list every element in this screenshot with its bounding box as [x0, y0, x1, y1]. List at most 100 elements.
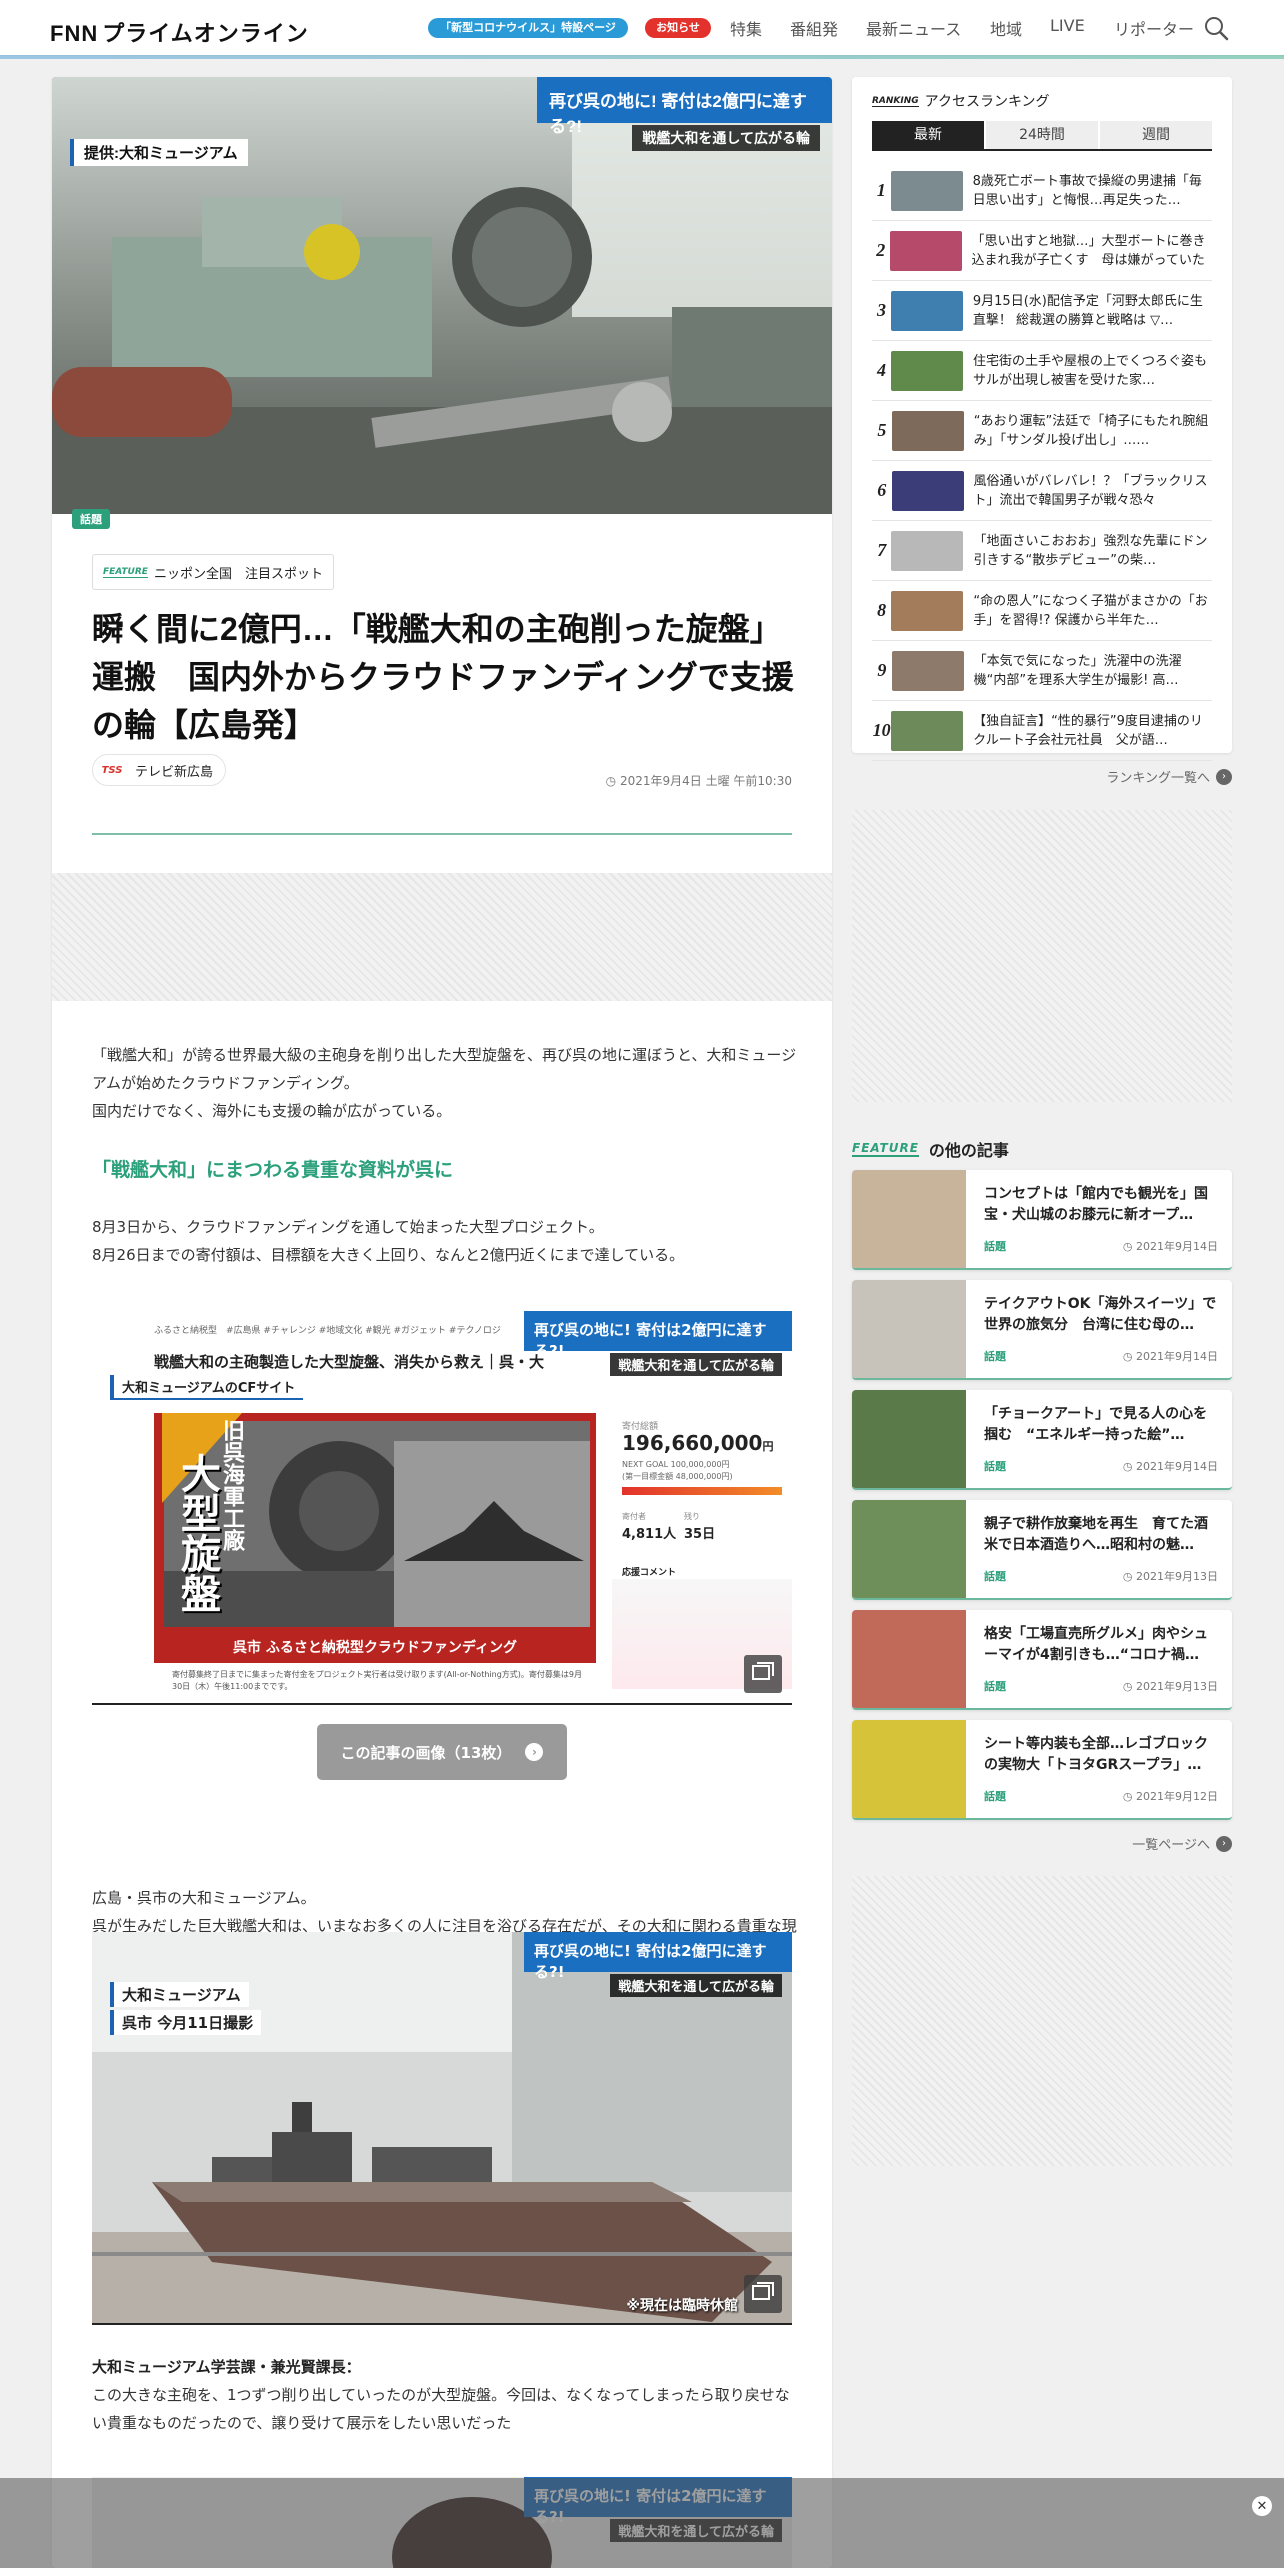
source-badge[interactable]: TSS テレビ新広島 — [92, 754, 227, 786]
feature-card-body: 格安「工場直売所グルメ」肉やシューマイが4割引きも…“コロナ禍… 話題 ◷ 2021… — [966, 1610, 1232, 1708]
feature-article-card[interactable]: テイクアウトOK「海外スイーツ」で世界の旅気分 台湾に住む母の… 話題 ◷ 2021… — [852, 1280, 1232, 1380]
feature-thumbnail — [852, 1280, 966, 1378]
hero-banner-sub: 戦艦大和を通して広がる輪 — [632, 125, 820, 151]
feature-category[interactable]: 話題 — [984, 1788, 1006, 1804]
ranking-more-link[interactable]: ランキング一覧へ › — [1106, 767, 1232, 786]
cf-site-image[interactable]: ふるさと納税型 #広島県 #チャレンジ #地域文化 #観光 #ガジェット #テク… — [92, 1309, 792, 1705]
nav-live[interactable]: LIVE — [1050, 16, 1085, 35]
nav-region[interactable]: 地域 — [990, 16, 1022, 40]
topic-badge[interactable]: 話題 — [72, 509, 110, 529]
feature-section-label: FEATURE — [852, 1141, 919, 1157]
feature-date-text: 2021年9月14日 — [1136, 1240, 1218, 1253]
feature-date-text: 2021年9月14日 — [1136, 1350, 1218, 1363]
feature-title: シート等内装も全部…レゴブロックの実物大「トヨタGRスープラ」… — [984, 1736, 1208, 1773]
feature-article-card[interactable]: 「チョークアート」で見る人の心を掴む “エネルギー持った絵”… 話題 ◷ 2021年… — [852, 1390, 1232, 1490]
paragraph-2: 8月3日から、クラウドファンディングを通して始まった大型プロジェクト。 8月26… — [92, 1218, 685, 1264]
feature-more-link[interactable]: 一覧ページへ › — [1132, 1834, 1232, 1853]
feature-card-body: シート等内装も全部…レゴブロックの実物大「トヨタGRスープラ」… 話題 ◷ 2021… — [966, 1720, 1232, 1818]
clock-icon: ◷ — [605, 774, 620, 788]
ranking-thumbnail — [891, 650, 964, 691]
ranking-number: 5 — [877, 420, 887, 440]
ranking-headline: 「地面さいこおおお」強烈な先輩にドン引きする“散歩デビュー”の柴… — [973, 533, 1208, 568]
ranking-item[interactable]: 3 9月15日(水)配信予定「河野太郎氏に生直撃！ 総裁選の勝算と戦略は ▽… — [872, 281, 1212, 341]
cf-site-label: 大和ミュージアムのCFサイト — [110, 1375, 304, 1400]
clock-icon: ◷ — [1122, 1570, 1136, 1583]
feature-article-card[interactable]: 親子で耕作放棄地を再生 育てた酒米で日本酒造りへ…昭和村の魅… 話題 ◷ 2021年… — [852, 1500, 1232, 1600]
ranking-number: 9 — [877, 660, 887, 680]
nav-feature[interactable]: 特集 — [730, 16, 762, 40]
feature-tag[interactable]: FEATURE ニッポン全国 注目スポット — [92, 554, 334, 590]
cf-amount-unit: 円 — [762, 1440, 774, 1453]
nav-programs[interactable]: 番組発 — [790, 16, 838, 40]
clock-icon: ◷ — [1122, 1790, 1136, 1803]
feature-date: ◷ 2021年9月13日 — [1123, 1568, 1218, 1584]
cf-progress-fill — [622, 1487, 782, 1495]
chevron-right-icon: › — [1216, 1835, 1232, 1852]
ranking-item[interactable]: 9 「本気で気になった」洗濯中の洗濯機“内部”を理系大学生が撮影! 高… — [872, 641, 1212, 701]
chevron-right-icon: › — [525, 1743, 544, 1761]
feature-date: ◷ 2021年9月14日 — [1123, 1458, 1218, 1474]
feature-article-card[interactable]: 格安「工場直売所グルメ」肉やシューマイが4割引きも…“コロナ禍… 話題 ◷ 2021… — [852, 1610, 1232, 1710]
museum-label-2: 呉市 今月11日撮影 — [110, 2010, 262, 2035]
tab-weekly[interactable]: 週間 — [1100, 121, 1212, 149]
museum-image[interactable]: 再び呉の地に! 寄付は2億円に達する?! 戦艦大和を通して広がる輪 大和ミュージ… — [92, 1932, 792, 2325]
notice-link[interactable]: お知らせ — [645, 18, 711, 38]
site-logo[interactable]: FNN プライムオンライン — [50, 16, 309, 48]
ranking-item[interactable]: 7 「地面さいこおおお」強烈な先輩にドン引きする“散歩デビュー”の柴… — [872, 521, 1212, 581]
nav-reporter[interactable]: リポーター — [1114, 16, 1194, 40]
cf-comment-label: 応援コメント — [622, 1568, 677, 1578]
feature-category[interactable]: 話題 — [984, 1458, 1006, 1474]
search-icon[interactable] — [1202, 14, 1230, 42]
tab-24h[interactable]: 24時間 — [986, 121, 1098, 149]
feature-article-card[interactable]: コンセプトは「館内でも観光を」国宝・犬山城のお膝元に新オープ… 話題 ◷ 2021年… — [852, 1170, 1232, 1270]
hero-image[interactable]: 提供:大和ミュージアム 再び呉の地に! 寄付は2億円に達する?! 戦艦大和を通し… — [52, 77, 832, 514]
gallery-icon[interactable] — [744, 2275, 782, 2313]
ranking-headline: “あおり運転”法廷で「椅子にもたれ腕組み」「サンダル投げ出し」…… — [973, 413, 1209, 448]
corona-special-link[interactable]: 「新型コロナウイルス」特設ページ — [428, 18, 628, 38]
feature-thumbnail — [852, 1500, 966, 1598]
clock-icon: ◷ — [1122, 1350, 1136, 1363]
bottom-ad-overlay: ✕ — [0, 2478, 1284, 2568]
ranking-item[interactable]: 4 住宅街の土手や屋根の上でくつろぐ姿も サルが出現し被害を受けた家… — [872, 341, 1212, 401]
clock-icon: ◷ — [1122, 1460, 1136, 1473]
ranking-thumbnail — [891, 470, 964, 511]
ranking-item[interactable]: 6 風俗通いがバレバレ！？「ブラックリスト」流出で韓国男子が戦々恐々 — [872, 461, 1212, 521]
feature-date: ◷ 2021年9月13日 — [1123, 1678, 1218, 1694]
tab-latest[interactable]: 最新 — [872, 121, 984, 149]
ranking-thumbnail — [890, 290, 963, 331]
close-icon[interactable]: ✕ — [1252, 2496, 1272, 2516]
publish-date: ◷ 2021年9月4日 土曜 午前10:30 — [606, 772, 792, 789]
image-count-label: この記事の画像（13枚） — [340, 1743, 512, 1762]
feature-section-title: の他の記事 — [928, 1141, 1009, 1160]
feature-category[interactable]: 話題 — [984, 1238, 1006, 1254]
ranking-item[interactable]: 1 8歳死亡ボート事故で操縦の男逮捕「毎日思い出す」と悔恨…再足失った… — [872, 161, 1212, 221]
ranking-number: 6 — [877, 480, 887, 500]
feature-category[interactable]: 話題 — [984, 1678, 1006, 1694]
feature-title: 「チョークアート」で見る人の心を掴む “エネルギー持った絵”… — [984, 1406, 1208, 1443]
ranking-item[interactable]: 5 “あおり運転”法廷で「椅子にもたれ腕組み」「サンダル投げ出し」…… — [872, 401, 1212, 461]
cf-banner-sub: 戦艦大和を通して広がる輪 — [610, 1353, 782, 1376]
feature-article-card[interactable]: シート等内装も全部…レゴブロックの実物大「トヨタGRスープラ」… 話題 ◷ 2021… — [852, 1720, 1232, 1820]
ranking-thumbnail — [891, 530, 964, 571]
feature-category[interactable]: 話題 — [984, 1568, 1006, 1584]
cf-amount-value: 196,660,000 — [622, 1431, 763, 1455]
ranking-item[interactable]: 2 「思い出すと地獄…」大型ボートに巻き込まれ我が子亡くす 母は嫌がっていた — [872, 221, 1212, 281]
feature-label: FEATURE — [103, 566, 148, 578]
ranking-headline: 住宅街の土手や屋根の上でくつろぐ姿も サルが出現し被害を受けた家… — [972, 353, 1212, 388]
image-count-button[interactable]: この記事の画像（13枚） › — [317, 1724, 567, 1780]
ranking-label: RANKING — [872, 95, 919, 107]
ranking-headline: 【独自証言】“性的暴行”9度目逮捕のリクルート子会社元社員 父が語… — [973, 713, 1203, 748]
site-header: FNN プライムオンライン 「新型コロナウイルス」特設ページ お知らせ 特集 番組… — [0, 0, 1284, 59]
gallery-icon[interactable] — [744, 1655, 782, 1693]
nav-latest-news[interactable]: 最新ニュース — [866, 16, 961, 40]
feature-title: 格安「工場直売所グルメ」肉やシューマイが4割引きも…“コロナ禍… — [984, 1626, 1208, 1663]
header-accent-line — [0, 55, 1284, 59]
museum-banner-sub: 戦艦大和を通して広がる輪 — [610, 1974, 782, 1997]
ranking-headline: 風俗通いがバレバレ！？「ブラックリスト」流出で韓国男子が戦々恐々 — [973, 473, 1208, 508]
museum-label-1: 大和ミュージアム — [110, 1982, 249, 2007]
ranking-item[interactable]: 10 【独自証言】“性的暴行”9度目逮捕のリクルート子会社元社員 父が語… — [872, 701, 1212, 761]
ranking-number: 4 — [876, 360, 886, 380]
ranking-item[interactable]: 8 “命の恩人”になつく子猫がまさかの「お手」を習得!? 保護から半年た… — [872, 581, 1212, 641]
feature-category[interactable]: 話題 — [984, 1348, 1006, 1364]
feature-title: コンセプトは「館内でも観光を」国宝・犬山城のお膝元に新オープ… — [984, 1186, 1208, 1223]
